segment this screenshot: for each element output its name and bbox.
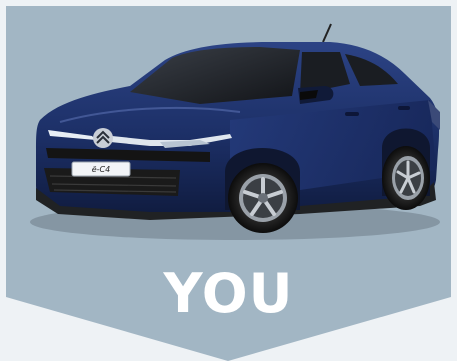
model-badge: ë-C4 <box>91 165 111 174</box>
banner-headline: YOU <box>163 262 294 325</box>
citroen-logo-icon <box>93 128 113 148</box>
promo-banner[interactable]: ë-C4 YOU <box>0 0 457 361</box>
